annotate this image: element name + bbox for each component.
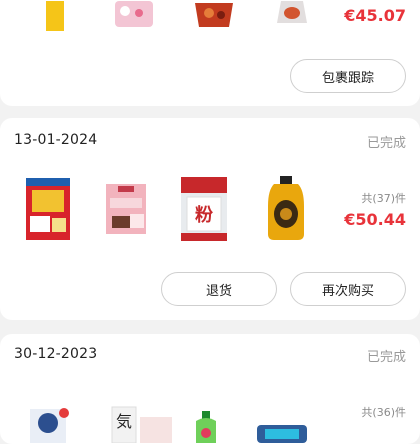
product-thumbnail[interactable] (124, 390, 184, 444)
return-button[interactable]: 退货 (161, 272, 277, 306)
product-thumbnail[interactable] (18, 390, 78, 444)
product-thumbnail[interactable]: 粉 (174, 176, 234, 242)
buy-again-button[interactable]: 再次购买 (290, 272, 406, 306)
order-date: 13-01-2024 (14, 132, 98, 148)
item-count: 共(36)件 (361, 406, 406, 419)
item-count: 共(37)件 (361, 192, 406, 205)
product-thumbnail[interactable] (262, 0, 322, 54)
product-thumbnail[interactable] (96, 176, 156, 242)
product-thumbnail[interactable] (256, 176, 316, 242)
product-thumbnail[interactable] (18, 176, 78, 242)
product-label-noodle: 粉 (195, 204, 213, 226)
order-card[interactable]: 30-12-2023 已完成 気 共(36)件 (0, 334, 420, 444)
order-summary: €45.07 (344, 2, 406, 25)
product-thumbnail[interactable] (104, 0, 164, 54)
order-status: 已完成 (366, 350, 406, 365)
product-thumbnail[interactable] (24, 0, 84, 54)
product-thumbnails: 気 (0, 390, 420, 444)
order-date: 30-12-2023 (14, 346, 98, 362)
order-total: €50.44 (344, 210, 406, 229)
order-summary: 共(36)件 (361, 404, 406, 420)
track-package-button[interactable]: 包裹跟踪 (290, 59, 406, 93)
order-card[interactable]: €45.07 包裹跟踪 (0, 0, 420, 106)
order-status: 已完成 (366, 136, 406, 151)
order-total: €45.07 (344, 6, 406, 25)
product-thumbnail[interactable] (252, 390, 312, 444)
product-thumbnail[interactable] (184, 0, 244, 54)
order-summary: 共(37)件 €50.44 (344, 190, 406, 229)
order-card[interactable]: 13-01-2024 已完成 粉 共(37)件 €50.44 退货 再次购买 (0, 118, 420, 320)
product-thumbnail[interactable] (176, 390, 236, 444)
